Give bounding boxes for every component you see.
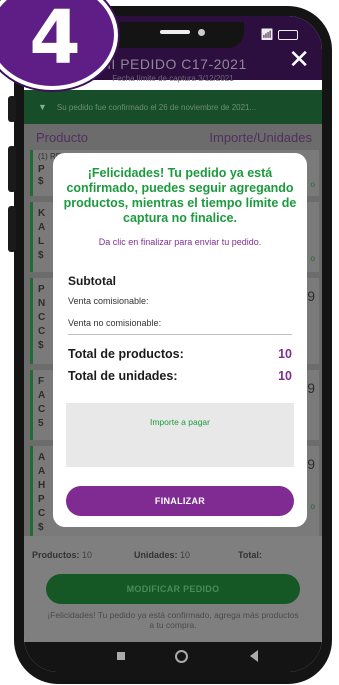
column-product: Producto xyxy=(36,130,89,145)
units-value: 10 xyxy=(180,550,191,560)
item-text-fragment: C xyxy=(38,508,46,519)
item-text-fragment: K xyxy=(38,208,46,219)
item-text-fragment: A xyxy=(38,222,46,233)
modify-order-button[interactable]: MODIFICAR PEDIDO xyxy=(46,574,300,604)
item-text-fragment: P xyxy=(38,494,45,505)
camera-notch xyxy=(104,22,244,48)
congrats-message: ¡Felicidades! Tu pedido ya está confirma… xyxy=(63,166,297,225)
total-units-label: Total de unidades: xyxy=(68,369,178,383)
phone-screen: 📶︎ MI PEDIDO C17-2021 Fecha límite de ca… xyxy=(24,16,322,672)
products-count: Productos: 10 xyxy=(32,550,92,560)
products-label: Productos: xyxy=(32,550,80,560)
column-amount: Importe/Unidades xyxy=(209,130,312,145)
commissionable-sales-label: Venta comisionable: xyxy=(68,296,149,306)
confirmation-banner[interactable]: ▼ Su pedido fue confirmado el 26 de novi… xyxy=(24,90,322,124)
recent-apps-icon[interactable] xyxy=(117,652,125,660)
footer-message: ¡Felicidades! Tu pedido ya está confirma… xyxy=(47,610,299,630)
item-price-fragment: $ xyxy=(38,250,44,261)
confirmation-modal: ¡Felicidades! Tu pedido ya está confirma… xyxy=(53,153,307,527)
amount-due-box: Importe a pagar xyxy=(66,403,294,467)
units-label: Unidades: xyxy=(134,550,178,560)
subtotal-heading: Subtotal xyxy=(68,274,116,288)
total-count: Total: xyxy=(238,550,262,560)
item-text-fragment: C xyxy=(38,404,46,415)
phone-side-button xyxy=(8,96,16,122)
finalize-instruction: Da clic en finalizar para enviar tu pedi… xyxy=(98,237,262,247)
battery-icon xyxy=(277,29,298,40)
divider xyxy=(68,334,292,335)
item-status: o xyxy=(310,254,315,263)
item-price-fragment: $ xyxy=(38,176,44,187)
item-text-fragment: C xyxy=(38,312,46,323)
android-nav-bar xyxy=(24,642,322,672)
back-icon[interactable] xyxy=(250,650,258,662)
non-commissionable-sales-label: Venta no comisionable: xyxy=(68,318,162,328)
item-price-fragment: $ xyxy=(38,522,44,533)
total-units-value: 10 xyxy=(278,369,292,383)
wifi-icon: 📶︎ xyxy=(260,29,274,41)
item-text-fragment: L xyxy=(38,236,45,247)
item-units: 9 xyxy=(307,380,315,396)
units-count: Unidades: 10 xyxy=(134,550,190,560)
banner-text: Su pedido fue confirmado el 26 de noviem… xyxy=(56,102,257,112)
finalize-button[interactable]: FINALIZAR xyxy=(66,486,294,516)
item-text-fragment: P xyxy=(38,164,45,175)
products-value: 10 xyxy=(82,550,93,560)
status-bar: 📶︎ xyxy=(260,28,298,41)
speaker-grill xyxy=(160,30,190,34)
item-text-fragment: N xyxy=(38,298,46,309)
phone-side-button xyxy=(8,146,16,192)
item-text-fragment: H xyxy=(38,480,46,491)
item-price-fragment: $ xyxy=(38,340,44,351)
item-units: 9 xyxy=(307,456,315,472)
total-products-label: Total de productos: xyxy=(68,347,184,361)
item-text-fragment: A xyxy=(38,390,46,401)
close-icon[interactable]: ✕ xyxy=(288,46,310,72)
item-text-fragment: A xyxy=(38,452,46,463)
home-icon[interactable] xyxy=(175,650,188,663)
step-number: 4 xyxy=(29,0,81,81)
item-status: o xyxy=(310,502,315,511)
chevron-down-icon: ▼ xyxy=(38,102,47,112)
item-units: 9 xyxy=(307,288,315,304)
item-status: o xyxy=(310,180,315,189)
amount-due-label: Importe a pagar xyxy=(149,417,210,427)
item-text-fragment: P xyxy=(38,284,45,295)
camera-dot xyxy=(198,29,205,36)
item-text-fragment: 5 xyxy=(38,418,44,429)
total-label: Total: xyxy=(238,550,262,560)
item-text-fragment: C xyxy=(38,326,46,337)
item-text-fragment: F xyxy=(38,376,45,387)
phone-side-button xyxy=(8,206,16,252)
total-products-value: 10 xyxy=(278,347,292,361)
item-text-fragment: A xyxy=(38,466,46,477)
